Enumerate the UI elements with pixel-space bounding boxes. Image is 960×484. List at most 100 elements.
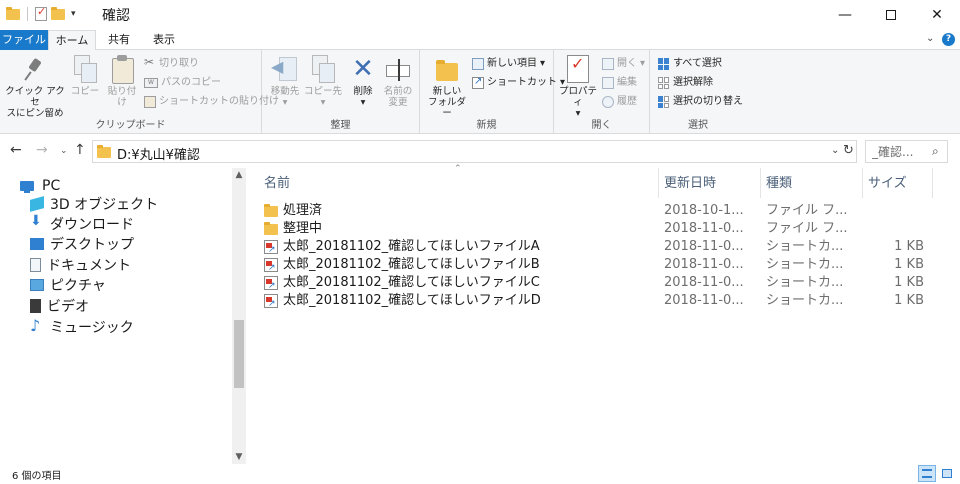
new-folder-button[interactable]: 新しい フォルダー [424, 55, 470, 119]
search-box[interactable]: ⌕ [865, 140, 948, 163]
copy-to-button[interactable]: コピー先 ▾ [304, 55, 342, 108]
nav-item-label: PC [42, 178, 61, 194]
column-divider[interactable] [760, 168, 761, 198]
column-divider[interactable] [658, 168, 659, 198]
nav-item-downloads[interactable]: ダウンロード [30, 213, 134, 234]
file-row[interactable]: 太郎_20181102_確認してほしいファイルA 2018-11-0... ショ… [262, 238, 942, 256]
tab-file[interactable]: ファイル [0, 30, 48, 50]
file-date: 2018-10-1... [664, 203, 744, 218]
copy-label: コピー [70, 86, 100, 97]
tab-share[interactable]: 共有 [100, 30, 138, 50]
column-header-size[interactable]: サイズ [868, 174, 907, 194]
address-dropdown-chevron-icon[interactable]: ⌄ [831, 145, 839, 156]
file-name-cell: 太郎_20181102_確認してほしいファイルB [264, 256, 654, 274]
file-type: ショートカ... [766, 257, 844, 272]
rename-icon [384, 55, 412, 83]
file-row[interactable]: 整理中 2018-11-0... ファイル フ... [262, 220, 942, 238]
column-header-type[interactable]: 種類 [766, 174, 792, 194]
history-button[interactable]: 履歴 [602, 94, 637, 110]
nav-item-label: ピクチャ [50, 278, 106, 294]
address-bar[interactable]: D:¥丸山¥確認 ⌄ ↻ [92, 140, 857, 163]
details-view-icon[interactable] [918, 465, 936, 482]
open-label: 開く [617, 58, 637, 69]
pin-quick-access-button[interactable]: クイック アクセ スにピン留め [4, 55, 66, 119]
navigation-pane: PC 3D オブジェクト ダウンロード デスクトップ ドキュメント ピクチャ ビ… [0, 168, 248, 464]
copy-to-label: コピー先 [304, 86, 343, 97]
rename-button[interactable]: 名前の 変更 [380, 55, 416, 108]
file-row[interactable]: 太郎_20181102_確認してほしいファイルB 2018-11-0... ショ… [262, 256, 942, 274]
select-none-button[interactable]: 選択解除 [658, 75, 713, 91]
back-arrow-icon[interactable]: ← [10, 142, 22, 158]
scroll-up-icon[interactable]: ▲ [232, 170, 246, 180]
nav-item-videos[interactable]: ビデオ [30, 296, 89, 316]
copy-button[interactable]: コピー [68, 55, 102, 97]
paste-shortcut-button[interactable]: ショートカットの貼り付け [144, 94, 279, 110]
nav-item-music[interactable]: ミュージック [30, 316, 134, 337]
select-all-button[interactable]: すべて選択 [658, 56, 722, 72]
file-row[interactable]: 太郎_20181102_確認してほしいファイルD 2018-11-0... ショ… [262, 292, 942, 310]
properties-button[interactable]: プロパティ ▾ [556, 55, 600, 119]
edit-button[interactable]: 編集 [602, 75, 637, 91]
delete-x-icon: ✕ [352, 54, 374, 84]
tab-view[interactable]: 表示 [144, 30, 184, 50]
folder-icon [264, 221, 278, 235]
nav-item-label: デスクトップ [50, 237, 134, 253]
select-all-label: すべて選択 [673, 58, 722, 69]
help-icon[interactable]: ? [942, 33, 955, 46]
file-row[interactable]: 太郎_20181102_確認してほしいファイルC 2018-11-0... ショ… [262, 274, 942, 292]
select-group: すべて選択 選択解除 選択の切り替え 選択 [650, 50, 746, 134]
paste-button[interactable]: 貼り付け [104, 55, 140, 108]
copy-icon [74, 55, 97, 83]
nav-item-3d-objects[interactable]: 3D オブジェクト [30, 194, 158, 214]
column-header-date[interactable]: 更新日時 [664, 174, 716, 194]
customize-toolbar-chevron-icon[interactable]: ▾ [71, 9, 76, 19]
maximize-button[interactable] [868, 0, 914, 30]
navigation-bar: ← → ⌄ ↑ D:¥丸山¥確認 ⌄ ↻ ⌕ [0, 134, 960, 168]
navigation-pane-scrollbar[interactable]: ▲ ▼ [232, 168, 246, 464]
ribbon-tabs: ファイル ホーム 共有 表示 ⌄ ? [0, 30, 960, 51]
recent-locations-chevron-icon[interactable]: ⌄ [60, 146, 68, 156]
nav-item-pc[interactable]: PC [20, 176, 60, 196]
shortcut-button[interactable]: ショートカット ▾ [472, 75, 565, 91]
file-row[interactable]: 処理済 2018-10-1... ファイル フ... [262, 202, 942, 220]
address-path[interactable]: D:¥丸山¥確認 [117, 144, 200, 163]
nav-item-label: ミュージック [50, 320, 134, 336]
move-to-button[interactable]: 移動先 ▾ [266, 55, 304, 108]
column-divider[interactable] [932, 168, 933, 198]
search-icon[interactable]: ⌕ [932, 144, 939, 159]
scrollbar-thumb[interactable] [234, 320, 244, 388]
scroll-down-icon[interactable]: ▼ [232, 452, 246, 462]
3d-objects-icon [30, 196, 44, 212]
copy-path-button[interactable]: W パスのコピー [144, 75, 221, 91]
pin-icon [21, 55, 49, 83]
invert-selection-label: 選択の切り替え [673, 96, 743, 107]
nav-item-desktop[interactable]: デスクトップ [30, 234, 134, 254]
delete-button[interactable]: ✕ 削除 ▾ [346, 55, 380, 108]
new-folder-icon[interactable] [51, 6, 65, 20]
open-icon [602, 58, 614, 70]
minimize-button[interactable]: — [822, 0, 868, 30]
close-button[interactable]: ✕ [914, 0, 960, 30]
properties-icon[interactable] [35, 5, 47, 21]
delete-label: 削除 [353, 86, 373, 97]
pin-label-line1: クイック アクセ [5, 86, 65, 108]
music-note-icon [30, 316, 44, 335]
file-type: ショートカ... [766, 275, 844, 290]
search-input[interactable] [866, 141, 928, 162]
up-arrow-icon[interactable]: ↑ [74, 142, 86, 158]
large-icons-view-icon[interactable] [938, 465, 956, 482]
expand-ribbon-chevron-icon[interactable]: ⌄ [926, 33, 934, 44]
tab-home[interactable]: ホーム [48, 30, 96, 51]
file-name: 整理中 [283, 221, 323, 236]
refresh-icon[interactable]: ↻ [843, 143, 854, 158]
invert-selection-button[interactable]: 選択の切り替え [658, 94, 743, 110]
open-button[interactable]: 開く ▾ [602, 56, 645, 72]
forward-arrow-icon[interactable]: → [36, 142, 48, 158]
cut-button[interactable]: 切り取り [144, 55, 199, 72]
new-item-button[interactable]: 新しい項目 ▾ [472, 56, 545, 72]
divider [27, 7, 28, 21]
column-divider[interactable] [862, 168, 863, 198]
nav-item-documents[interactable]: ドキュメント [30, 255, 131, 275]
nav-item-pictures[interactable]: ピクチャ [30, 275, 106, 295]
column-header-name[interactable]: 名前 [264, 174, 290, 194]
